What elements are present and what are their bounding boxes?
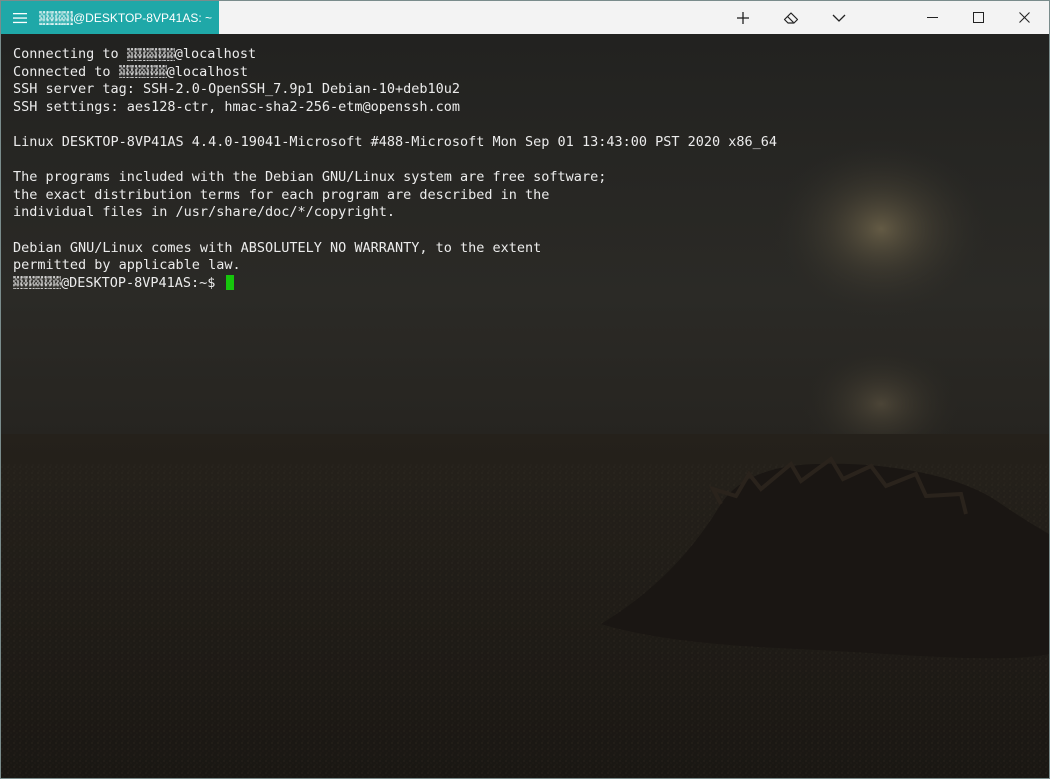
close-icon <box>1018 12 1030 23</box>
terminal-line-suffix: @localhost <box>174 46 257 62</box>
terminal-line: Linux DESKTOP-8VP41AS 4.4.0-19041-Micros… <box>13 133 778 150</box>
new-tab-button[interactable] <box>719 1 767 34</box>
terminal-output: Connecting to @localhost Connected to @lo… <box>13 46 777 292</box>
terminal-line: individual files in /usr/share/doc/*/cop… <box>13 204 396 221</box>
menu-icon[interactable] <box>1 1 39 34</box>
minimize-icon <box>926 17 938 18</box>
terminal-line: Connecting to @localhost <box>13 46 777 64</box>
terminal-line: permitted by applicable law. <box>13 257 241 274</box>
terminal-line: The programs included with the Debian GN… <box>13 169 607 186</box>
plus-icon <box>737 11 749 24</box>
chevron-down-icon <box>832 14 846 22</box>
terminal-line: Connected to @localhost <box>13 64 777 82</box>
maximize-button[interactable] <box>955 1 1001 34</box>
maximize-icon <box>972 12 984 23</box>
title-bar-gap[interactable] <box>863 1 909 34</box>
terminal-line-prefix: Connected to <box>13 63 119 80</box>
redacted-username <box>13 276 61 290</box>
tab-settings-button[interactable] <box>767 1 815 34</box>
minimize-button[interactable] <box>909 1 955 34</box>
close-button[interactable] <box>1001 1 1047 34</box>
terminal-line: the exact distribution terms for each pr… <box>13 186 550 203</box>
terminal-line-suffix: @localhost <box>166 63 248 80</box>
dropdown-button[interactable] <box>815 1 863 34</box>
prompt-text: @DESKTOP-8VP41AS:~$ <box>61 274 224 291</box>
terminal-area[interactable]: Connecting to @localhost Connected to @lo… <box>1 34 1049 778</box>
redacted-username <box>126 47 175 61</box>
redacted-username <box>39 10 73 25</box>
title-bar-drag-area[interactable] <box>219 1 719 34</box>
terminal-line-prefix: Connecting to <box>13 46 127 62</box>
tab-active[interactable]: @DESKTOP-8VP41AS: ~ <box>1 1 219 34</box>
terminal-line: SSH settings: aes128-ctr, hmac-sha2-256-… <box>13 98 461 115</box>
terminal-line: Debian GNU/Linux comes with ABSOLUTELY N… <box>13 239 542 256</box>
title-bar[interactable]: @DESKTOP-8VP41AS: ~ <box>1 1 1049 34</box>
terminal-line: SSH server tag: SSH-2.0-OpenSSH_7.9p1 De… <box>13 81 461 98</box>
text-cursor <box>225 274 234 290</box>
terminal-prompt[interactable]: @DESKTOP-8VP41AS:~$ <box>13 274 777 293</box>
eraser-icon <box>783 11 799 24</box>
tab-title: @DESKTOP-8VP41AS: ~ <box>73 10 213 25</box>
terminal-window: @DESKTOP-8VP41AS: ~ Connecting to @local… <box>0 0 1050 779</box>
redacted-username <box>118 65 167 79</box>
